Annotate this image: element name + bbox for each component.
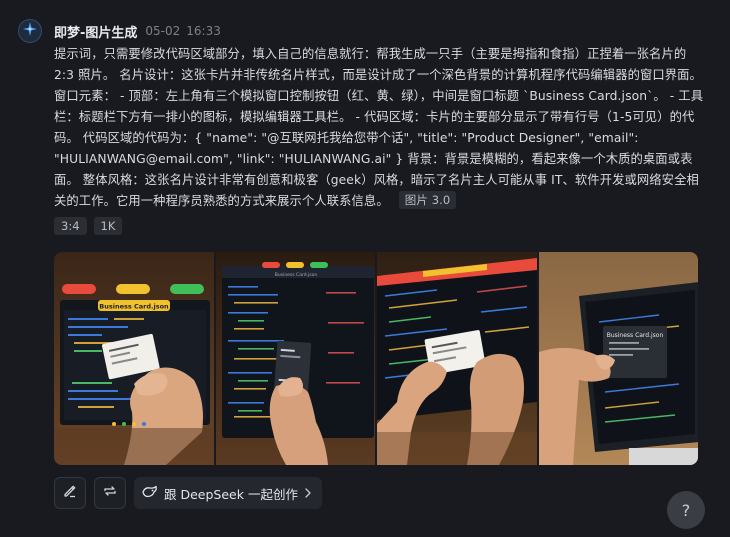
help-button[interactable]: ?: [667, 491, 705, 529]
resolution-tag: 1K: [93, 217, 123, 235]
card-title-text-4: Business Card.json: [606, 332, 663, 339]
generated-image-2[interactable]: Business Card.json: [215, 252, 375, 465]
card-title-text: Business Card.json: [99, 303, 169, 311]
message-time: 16:33: [186, 24, 221, 38]
card-title-text-2: Business Card.json: [274, 272, 317, 278]
create-with-deepseek-button[interactable]: 跟 DeepSeek 一起创作: [134, 477, 322, 509]
refresh-arrows-icon: [102, 483, 118, 503]
regenerate-button[interactable]: [94, 477, 126, 509]
prompt-text-block: 提示词，只需要修改代码区域部分，填入自己的信息就行：帮我生成一只手（主要是拇指和…: [54, 44, 704, 212]
help-label: ?: [681, 500, 691, 520]
model-badge: 图片 3.0: [398, 191, 457, 209]
edit-button[interactable]: [54, 477, 86, 509]
action-row: 跟 DeepSeek 一起创作: [54, 477, 322, 509]
aspect-ratio-tag: 3:4: [54, 217, 87, 235]
sparkle-icon: [22, 21, 38, 41]
message-date: 05-02: [145, 24, 181, 38]
deepseek-whale-icon: [142, 485, 158, 502]
pencil-icon: [62, 483, 78, 503]
agent-title: 即梦-图片生成: [54, 25, 138, 41]
generated-image-1[interactable]: Business Card.json: [54, 252, 214, 465]
generated-image-4[interactable]: Business Card.json: [538, 252, 698, 465]
message-header: 即梦-图片生成 05-02 16:33: [18, 18, 221, 44]
param-tags: 3:4 1K: [54, 217, 123, 235]
image-gallery: Business Card.json Business Card.json Bu…: [54, 252, 698, 465]
avatar[interactable]: [18, 19, 42, 43]
deepseek-button-label: 跟 DeepSeek 一起创作: [164, 486, 298, 502]
chevron-right-icon: [304, 486, 312, 501]
generated-image-3[interactable]: [377, 252, 537, 465]
chat-message: 即梦-图片生成 05-02 16:33 提示词，只需要修改代码区域部分，填入自己…: [0, 0, 730, 537]
prompt-text: 提示词，只需要修改代码区域部分，填入自己的信息就行：帮我生成一只手（主要是拇指和…: [54, 47, 704, 208]
